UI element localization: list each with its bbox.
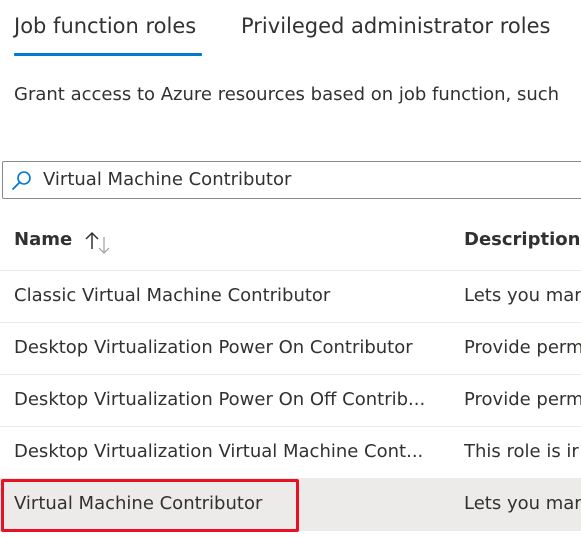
table-row[interactable]: Desktop Virtualization Power On Off Cont… [0, 375, 581, 427]
role-description-cell: Lets you mar [464, 285, 581, 306]
table-row[interactable]: Desktop Virtualization Virtual Machine C… [0, 427, 581, 479]
search-icon [12, 171, 31, 190]
search-input[interactable] [43, 162, 581, 198]
role-name-cell: Desktop Virtualization Power On Off Cont… [14, 389, 426, 410]
role-description-cell: This role is ir [464, 441, 579, 462]
role-description-cell: Provide perm [464, 389, 581, 410]
table-row[interactable]: Classic Virtual Machine Contributor Lets… [0, 271, 581, 323]
tab-privileged-administrator-roles[interactable]: Privileged administrator roles [241, 14, 550, 38]
tab-job-function-roles[interactable]: Job function roles [14, 14, 196, 38]
role-name-cell: Desktop Virtualization Virtual Machine C… [14, 441, 424, 462]
table-header: Name Description [0, 216, 581, 271]
active-tab-indicator [14, 53, 202, 56]
column-header-description[interactable]: Description [464, 229, 580, 250]
column-header-name[interactable]: Name [14, 229, 72, 250]
roles-table: Name Description Classic Virtual Machine… [0, 216, 581, 531]
role-name-cell: Desktop Virtualization Power On Contribu… [14, 337, 413, 358]
role-tabs: Job function roles Privileged administra… [0, 0, 581, 60]
role-description-cell: Provide perm [464, 337, 581, 358]
role-picker-panel: Job function roles Privileged administra… [0, 0, 581, 537]
role-name-cell: Classic Virtual Machine Contributor [14, 285, 331, 306]
tab-description: Grant access to Azure resources based on… [14, 84, 560, 105]
table-row[interactable]: Desktop Virtualization Power On Contribu… [0, 323, 581, 375]
role-description-cell: Lets you mar [464, 493, 581, 514]
search-box[interactable] [2, 161, 581, 199]
sort-ascending-icon[interactable] [84, 228, 114, 254]
role-name-cell: Virtual Machine Contributor [14, 493, 263, 514]
table-row-selected[interactable]: Virtual Machine Contributor Lets you mar [0, 479, 581, 531]
